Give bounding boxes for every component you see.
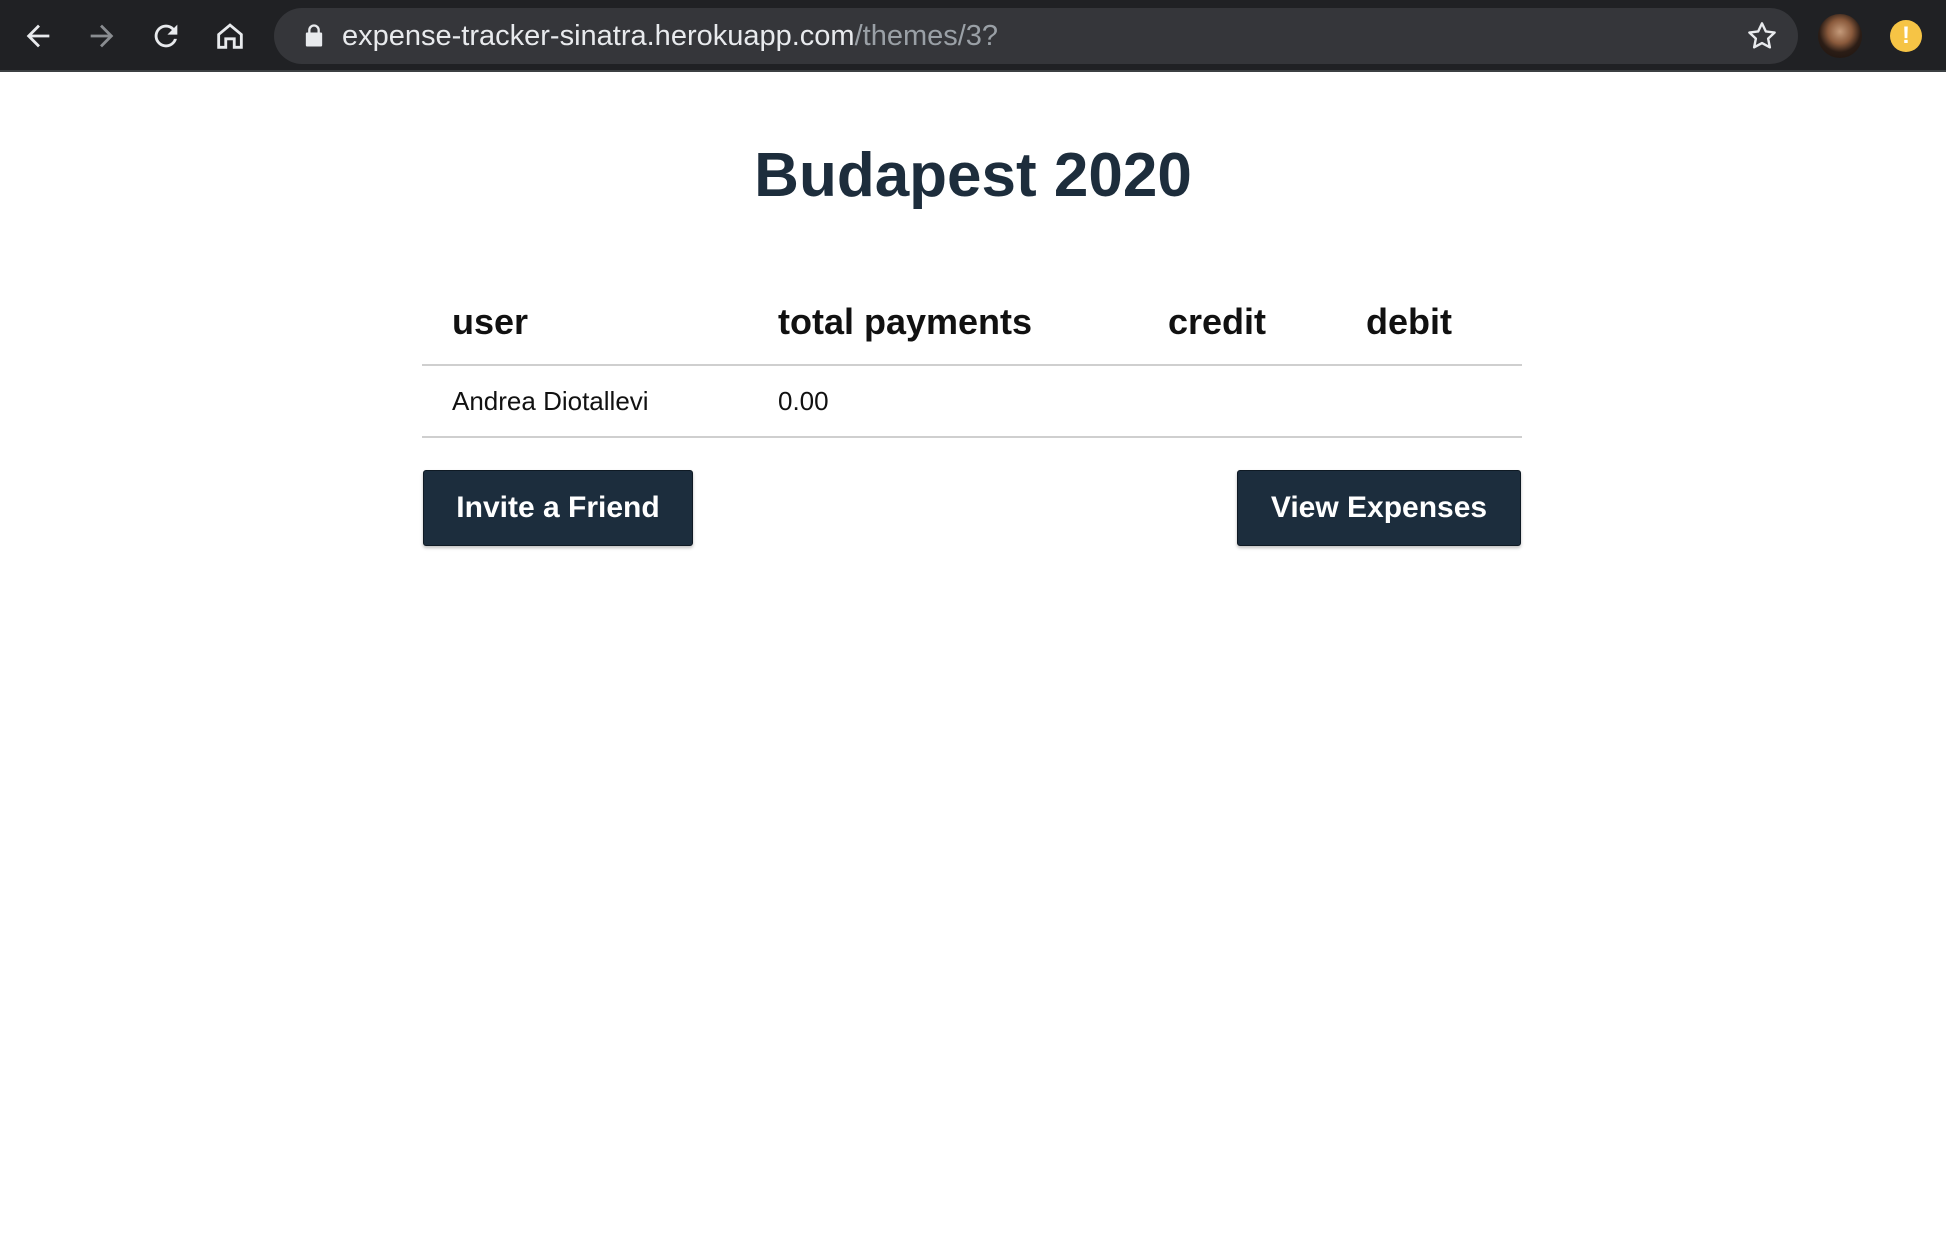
header-debit: debit	[1336, 280, 1522, 366]
back-arrow-icon	[26, 24, 50, 48]
url-host: expense-tracker-sinatra.herokuapp.com	[342, 20, 855, 52]
page-title: Budapest 2020	[754, 141, 1192, 210]
forward-arrow-icon	[90, 24, 114, 48]
reload-button[interactable]	[138, 8, 194, 64]
cell-debit	[1336, 365, 1522, 438]
cell-total-payments: 0.00	[748, 365, 1138, 438]
header-user: user	[422, 280, 748, 366]
table-header-row: user total payments credit debit	[422, 280, 1522, 366]
cell-credit	[1138, 365, 1336, 438]
cell-user: Andrea Diotallevi	[422, 365, 748, 438]
header-total-payments: total payments	[748, 280, 1138, 366]
home-button[interactable]	[202, 8, 258, 64]
view-expenses-button[interactable]: View Expenses	[1237, 470, 1521, 546]
back-button[interactable]	[10, 8, 66, 64]
address-bar[interactable]: expense-tracker-sinatra.herokuapp.com/th…	[274, 8, 1798, 64]
invite-friend-button[interactable]: Invite a Friend	[423, 470, 693, 546]
balances-table: user total payments credit debit Andrea …	[422, 280, 1522, 438]
table-row: Andrea Diotallevi 0.00	[422, 365, 1522, 438]
header-credit: credit	[1138, 280, 1336, 366]
url-text: expense-tracker-sinatra.herokuapp.com/th…	[342, 8, 998, 64]
reload-icon	[154, 24, 178, 48]
alert-icon[interactable]: !	[1890, 20, 1922, 52]
lock-icon	[305, 24, 323, 47]
url-path: /themes/3?	[854, 20, 999, 52]
profile-avatar[interactable]	[1818, 14, 1862, 58]
home-icon	[217, 23, 243, 49]
forward-button[interactable]	[74, 8, 130, 64]
star-icon[interactable]	[1746, 20, 1778, 52]
browser-toolbar: expense-tracker-sinatra.herokuapp.com/th…	[0, 0, 1946, 72]
